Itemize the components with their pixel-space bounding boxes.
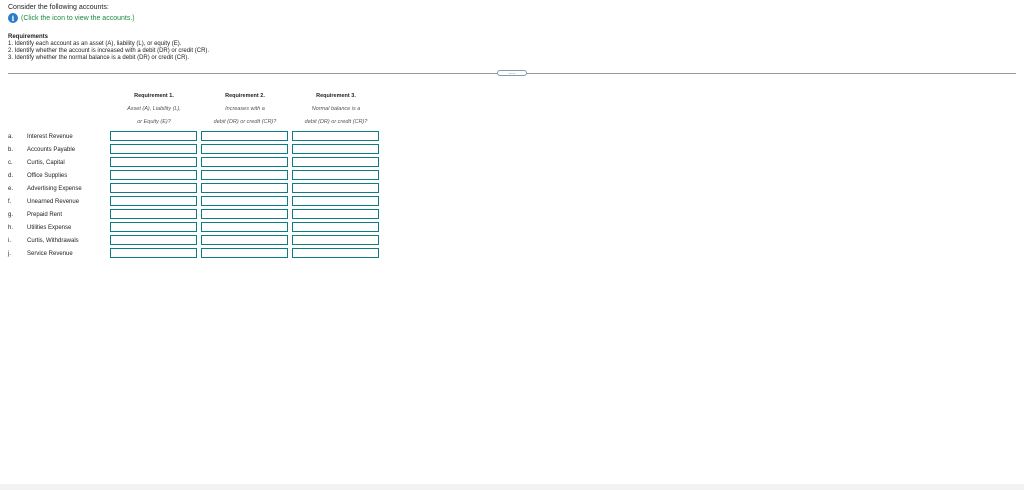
column-header-req3: Requirement 3. Normal balance is a debit… [291,90,381,129]
req2-input[interactable] [201,157,288,167]
requirement-1: 1. Identify each account as an asset (A)… [8,41,182,47]
req2-input[interactable] [201,248,288,258]
req2-input[interactable] [201,144,288,154]
row-letter: g. [8,212,14,218]
req3-input[interactable] [292,196,379,206]
account-name: Curtis, Withdrawals [27,238,79,244]
account-name: Office Supplies [27,173,68,179]
account-name: Interest Revenue [27,134,73,140]
row-letter: f. [8,199,12,205]
req1-input[interactable] [110,170,197,180]
req1-input[interactable] [110,157,197,167]
req2-input[interactable] [201,222,288,232]
req3-input[interactable] [292,144,379,154]
req2-input[interactable] [201,235,288,245]
info-icon[interactable]: i [8,13,18,23]
row-letter: j. [8,251,11,257]
req3-input[interactable] [292,170,379,180]
req1-input[interactable] [110,183,197,193]
account-name: Advertising Expense [27,186,82,192]
req3-input[interactable] [292,235,379,245]
column-subtitle: Normal balance is a [311,106,361,112]
account-name: Accounts Payable [27,147,76,153]
req2-input[interactable] [201,131,288,141]
account-name: Prepaid Rent [27,212,63,218]
req2-input[interactable] [201,196,288,206]
account-name: Curtis, Capital [27,160,65,166]
column-header-req2: Requirement 2. Increases with a debit (D… [200,90,290,129]
req2-input[interactable] [201,170,288,180]
req1-input[interactable] [110,196,197,206]
req3-input[interactable] [292,209,379,219]
column-title: Requirement 3. [316,93,356,99]
column-header-req1: Requirement 1. Asset (A), Liability (L),… [109,90,199,129]
requirement-3: 3. Identify whether the normal balance i… [8,55,190,61]
accounts-hint[interactable]: i (Click the icon to view the accounts.) [8,13,135,23]
req1-input[interactable] [110,131,197,141]
column-subtitle: or Equity (E)? [137,119,171,125]
column-subtitle: Asset (A), Liability (L), [127,106,181,112]
row-letter: d. [8,173,14,179]
row-letter: h. [8,225,14,231]
column-subtitle: debit (DR) or credit (CR)? [304,119,368,125]
req3-input[interactable] [292,222,379,232]
hint-text[interactable]: (Click the icon to view the accounts.) [21,15,135,22]
account-name: Service Revenue [27,251,73,257]
req1-input[interactable] [110,144,197,154]
row-letter: i. [8,238,11,244]
row-letter: c. [8,160,13,166]
req3-input[interactable] [292,157,379,167]
requirements-heading: Requirements [8,34,49,40]
req2-input[interactable] [201,183,288,193]
req1-input[interactable] [110,235,197,245]
req1-input[interactable] [110,222,197,232]
req1-input[interactable] [110,248,197,258]
column-title: Requirement 1. [134,93,174,99]
req2-input[interactable] [201,209,288,219]
requirement-2: 2. Identify whether the account is incre… [8,48,210,54]
footer-bar [0,484,1024,490]
row-letter: a. [8,134,14,140]
expand-handle[interactable]: ..... [497,70,527,76]
requirements-block: Requirements 1. Identify each account as… [8,34,209,62]
column-subtitle: Increases with a [225,106,265,112]
account-name: Utilities Expense [27,225,72,231]
row-letter: b. [8,147,14,153]
req3-input[interactable] [292,183,379,193]
column-title: Requirement 2. [225,93,265,99]
row-letter: e. [8,186,14,192]
req3-input[interactable] [292,248,379,258]
req3-input[interactable] [292,131,379,141]
account-name: Unearned Revenue [27,199,80,205]
column-subtitle: debit (DR) or credit (CR)? [213,119,277,125]
req1-input[interactable] [110,209,197,219]
intro-text: Consider the following accounts: [8,4,109,11]
